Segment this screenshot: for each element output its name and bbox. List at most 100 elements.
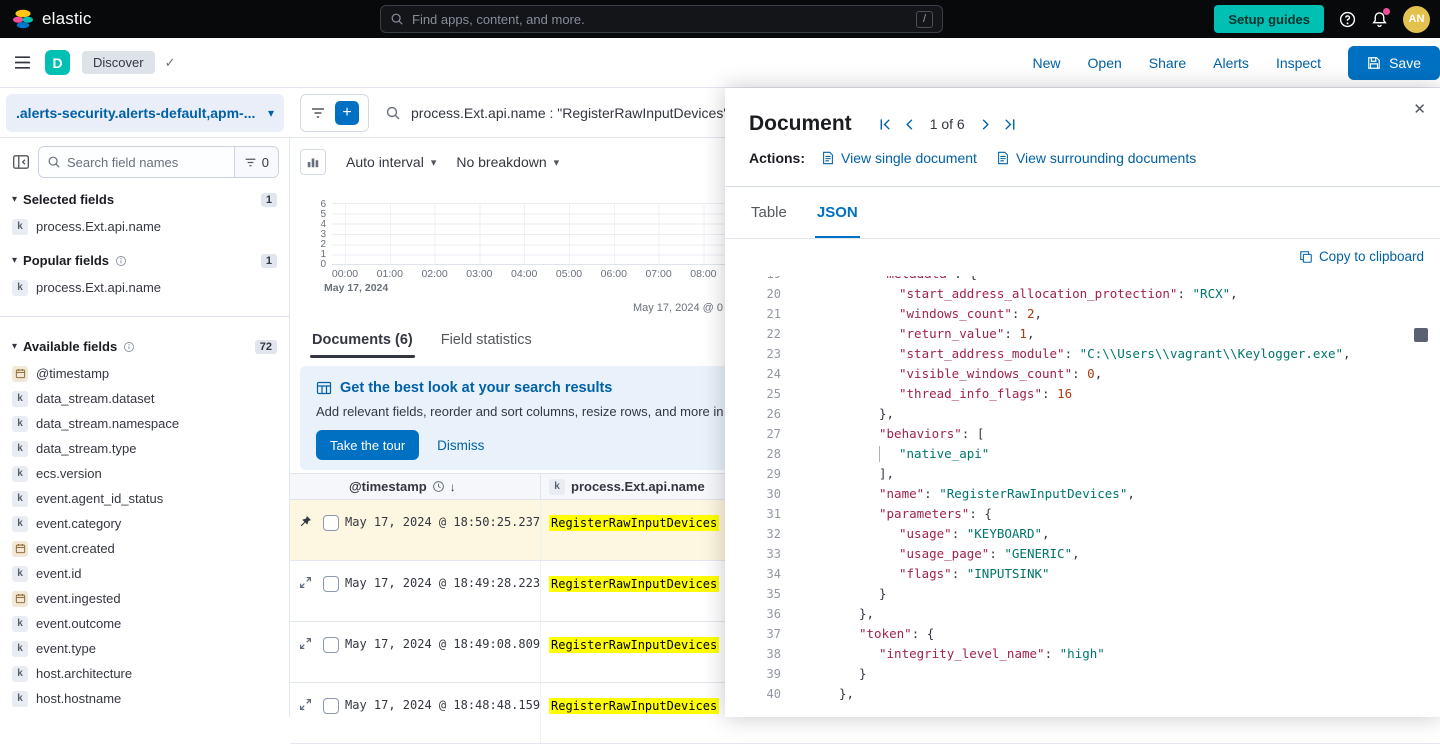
expand-document-icon[interactable]	[299, 576, 314, 591]
user-avatar[interactable]: AN	[1403, 6, 1430, 33]
global-search-input[interactable]: Find apps, content, and more. /	[380, 5, 943, 33]
flyout-title: Document	[749, 112, 852, 136]
field-list-item[interactable]: k data_stream.dataset	[12, 386, 277, 411]
field-section-header[interactable]: ▾ Available fields 72	[12, 339, 277, 354]
field-section-header[interactable]: ▾ Popular fields 1	[12, 253, 277, 268]
header-action-new[interactable]: New	[1033, 55, 1061, 71]
timestamp-column-header[interactable]: @timestamp	[349, 479, 427, 494]
json-line: 19 "metadata": {	[749, 276, 1440, 284]
chart-options-button[interactable]	[300, 149, 326, 175]
x-axis-tick: 03:00	[462, 268, 496, 280]
field-list-item[interactable]: k data_stream.type	[12, 436, 277, 461]
line-number: 25	[749, 384, 781, 404]
json-viewer[interactable]: 19 "metadata": { 20 "start_address_alloc…	[725, 276, 1440, 700]
help-icon[interactable]	[1339, 11, 1356, 28]
line-number: 36	[749, 604, 781, 624]
field-list-item[interactable]: event.created	[12, 536, 277, 561]
filter-icon[interactable]	[310, 105, 326, 121]
flyout-tab-table[interactable]: Table	[749, 187, 789, 238]
previous-document-button[interactable]	[902, 117, 917, 132]
field-name: process.Ext.api.name	[36, 280, 161, 295]
field-list-item[interactable]: @timestamp	[12, 361, 277, 386]
line-content: "native_api"	[799, 444, 989, 464]
header-action-links: New Open Share Alerts Inspect	[1033, 55, 1322, 71]
scrollbar-thumb[interactable]	[1414, 328, 1428, 342]
field-list-item[interactable]: k event.outcome	[12, 611, 277, 636]
first-document-button[interactable]	[878, 117, 893, 132]
x-axis-tick: 07:00	[642, 268, 676, 280]
line-content: "start_address_module": "C:\\Users\\vagr…	[799, 344, 1351, 364]
callout-title: Get the best look at your search results	[340, 380, 612, 396]
expand-document-icon[interactable]	[299, 698, 314, 713]
field-list-item[interactable]: k host.architecture	[12, 661, 277, 686]
keyword-field-icon: k	[12, 566, 28, 582]
field-list-item[interactable]: k event.id	[12, 561, 277, 586]
collapse-fields-panel-icon[interactable]	[12, 153, 30, 171]
close-icon[interactable]: ✕	[1413, 100, 1426, 118]
line-content: },	[799, 604, 874, 624]
expand-document-icon[interactable]	[299, 637, 314, 652]
next-document-button[interactable]	[978, 117, 993, 132]
y-axis: 6543210	[290, 200, 326, 262]
header-action-open[interactable]: Open	[1088, 55, 1122, 71]
json-line: 28 "native_api"	[749, 444, 1440, 464]
view-single-document-link[interactable]: View single document	[821, 150, 977, 166]
field-section: ▾ Available fields 72 @timestamp k data_…	[0, 316, 289, 711]
field-section-header[interactable]: ▾ Selected fields 1	[12, 192, 277, 207]
keyword-field-icon: k	[12, 280, 28, 296]
field-filters-button[interactable]: 0	[234, 147, 278, 177]
data-view-picker[interactable]: .alerts-security.alerts-default,apm-... …	[6, 94, 284, 132]
field-list-item[interactable]: event.ingested	[12, 586, 277, 611]
field-search-input[interactable]: Search field names 0	[38, 146, 279, 178]
field-list-item[interactable]: k data_stream.namespace	[12, 411, 277, 436]
field-column-header[interactable]: process.Ext.api.name	[571, 479, 705, 494]
field-list-item[interactable]: k event.type	[12, 636, 277, 661]
line-content: "behaviors": [	[799, 424, 984, 444]
info-icon[interactable]	[115, 255, 127, 267]
expanded-document-pin-icon[interactable]	[299, 515, 314, 530]
field-list-item[interactable]: k host.hostname	[12, 686, 277, 711]
field-list-item[interactable]: k ecs.version	[12, 461, 277, 486]
info-icon[interactable]	[123, 341, 135, 353]
breadcrumb[interactable]: Discover	[82, 51, 155, 74]
setup-guides-button[interactable]: Setup guides	[1214, 5, 1324, 33]
header-action-inspect[interactable]: Inspect	[1276, 55, 1321, 71]
sort-descending-icon[interactable]: ↓	[450, 480, 456, 494]
main-menu-icon[interactable]	[14, 54, 31, 71]
interval-select[interactable]: Auto interval ▾	[346, 154, 436, 170]
field-name: event.agent_id_status	[36, 491, 163, 506]
line-content: ],	[799, 464, 894, 484]
breakdown-select[interactable]: No breakdown ▾	[456, 154, 559, 170]
copy-to-clipboard-button[interactable]: Copy to clipboard	[1299, 249, 1424, 264]
field-name: data_stream.type	[36, 441, 136, 456]
select-document-checkbox[interactable]	[323, 698, 339, 714]
line-content: "token": {	[799, 624, 934, 644]
field-name: event.ingested	[36, 591, 121, 606]
dismiss-link[interactable]: Dismiss	[437, 438, 484, 453]
last-document-button[interactable]	[1002, 117, 1017, 132]
tab-field-statistics[interactable]: Field statistics	[439, 328, 534, 358]
header-action-share[interactable]: Share	[1149, 55, 1186, 71]
select-document-checkbox[interactable]	[323, 637, 339, 653]
select-document-checkbox[interactable]	[323, 515, 339, 531]
discover-app-badge[interactable]: D	[45, 50, 70, 75]
take-tour-button[interactable]: Take the tour	[316, 430, 419, 460]
date-field-icon	[12, 541, 28, 557]
timestamp-cell: May 17, 2024 @ 18:48:48.159	[340, 683, 541, 743]
field-list-item[interactable]: k process.Ext.api.name	[12, 214, 277, 239]
field-list-item[interactable]: k process.Ext.api.name	[12, 275, 277, 300]
field-section: ▾ Popular fields 1 k process.Ext.api.nam…	[0, 253, 289, 300]
elastic-logo[interactable]: elastic	[0, 8, 92, 30]
field-section-label: Popular fields	[23, 253, 109, 268]
tab-documents-6[interactable]: Documents (6)	[310, 328, 415, 358]
flyout-tab-json[interactable]: JSON	[815, 187, 860, 238]
add-filter-button[interactable]: +	[335, 101, 359, 125]
select-document-checkbox[interactable]	[323, 576, 339, 592]
field-list-item[interactable]: k event.category	[12, 511, 277, 536]
save-button[interactable]: Save	[1348, 46, 1440, 80]
notifications-bell-icon[interactable]	[1371, 11, 1388, 28]
header-action-alerts[interactable]: Alerts	[1213, 55, 1249, 71]
view-surrounding-documents-link[interactable]: View surrounding documents	[996, 150, 1196, 166]
line-number: 38	[749, 644, 781, 664]
field-list-item[interactable]: k event.agent_id_status	[12, 486, 277, 511]
